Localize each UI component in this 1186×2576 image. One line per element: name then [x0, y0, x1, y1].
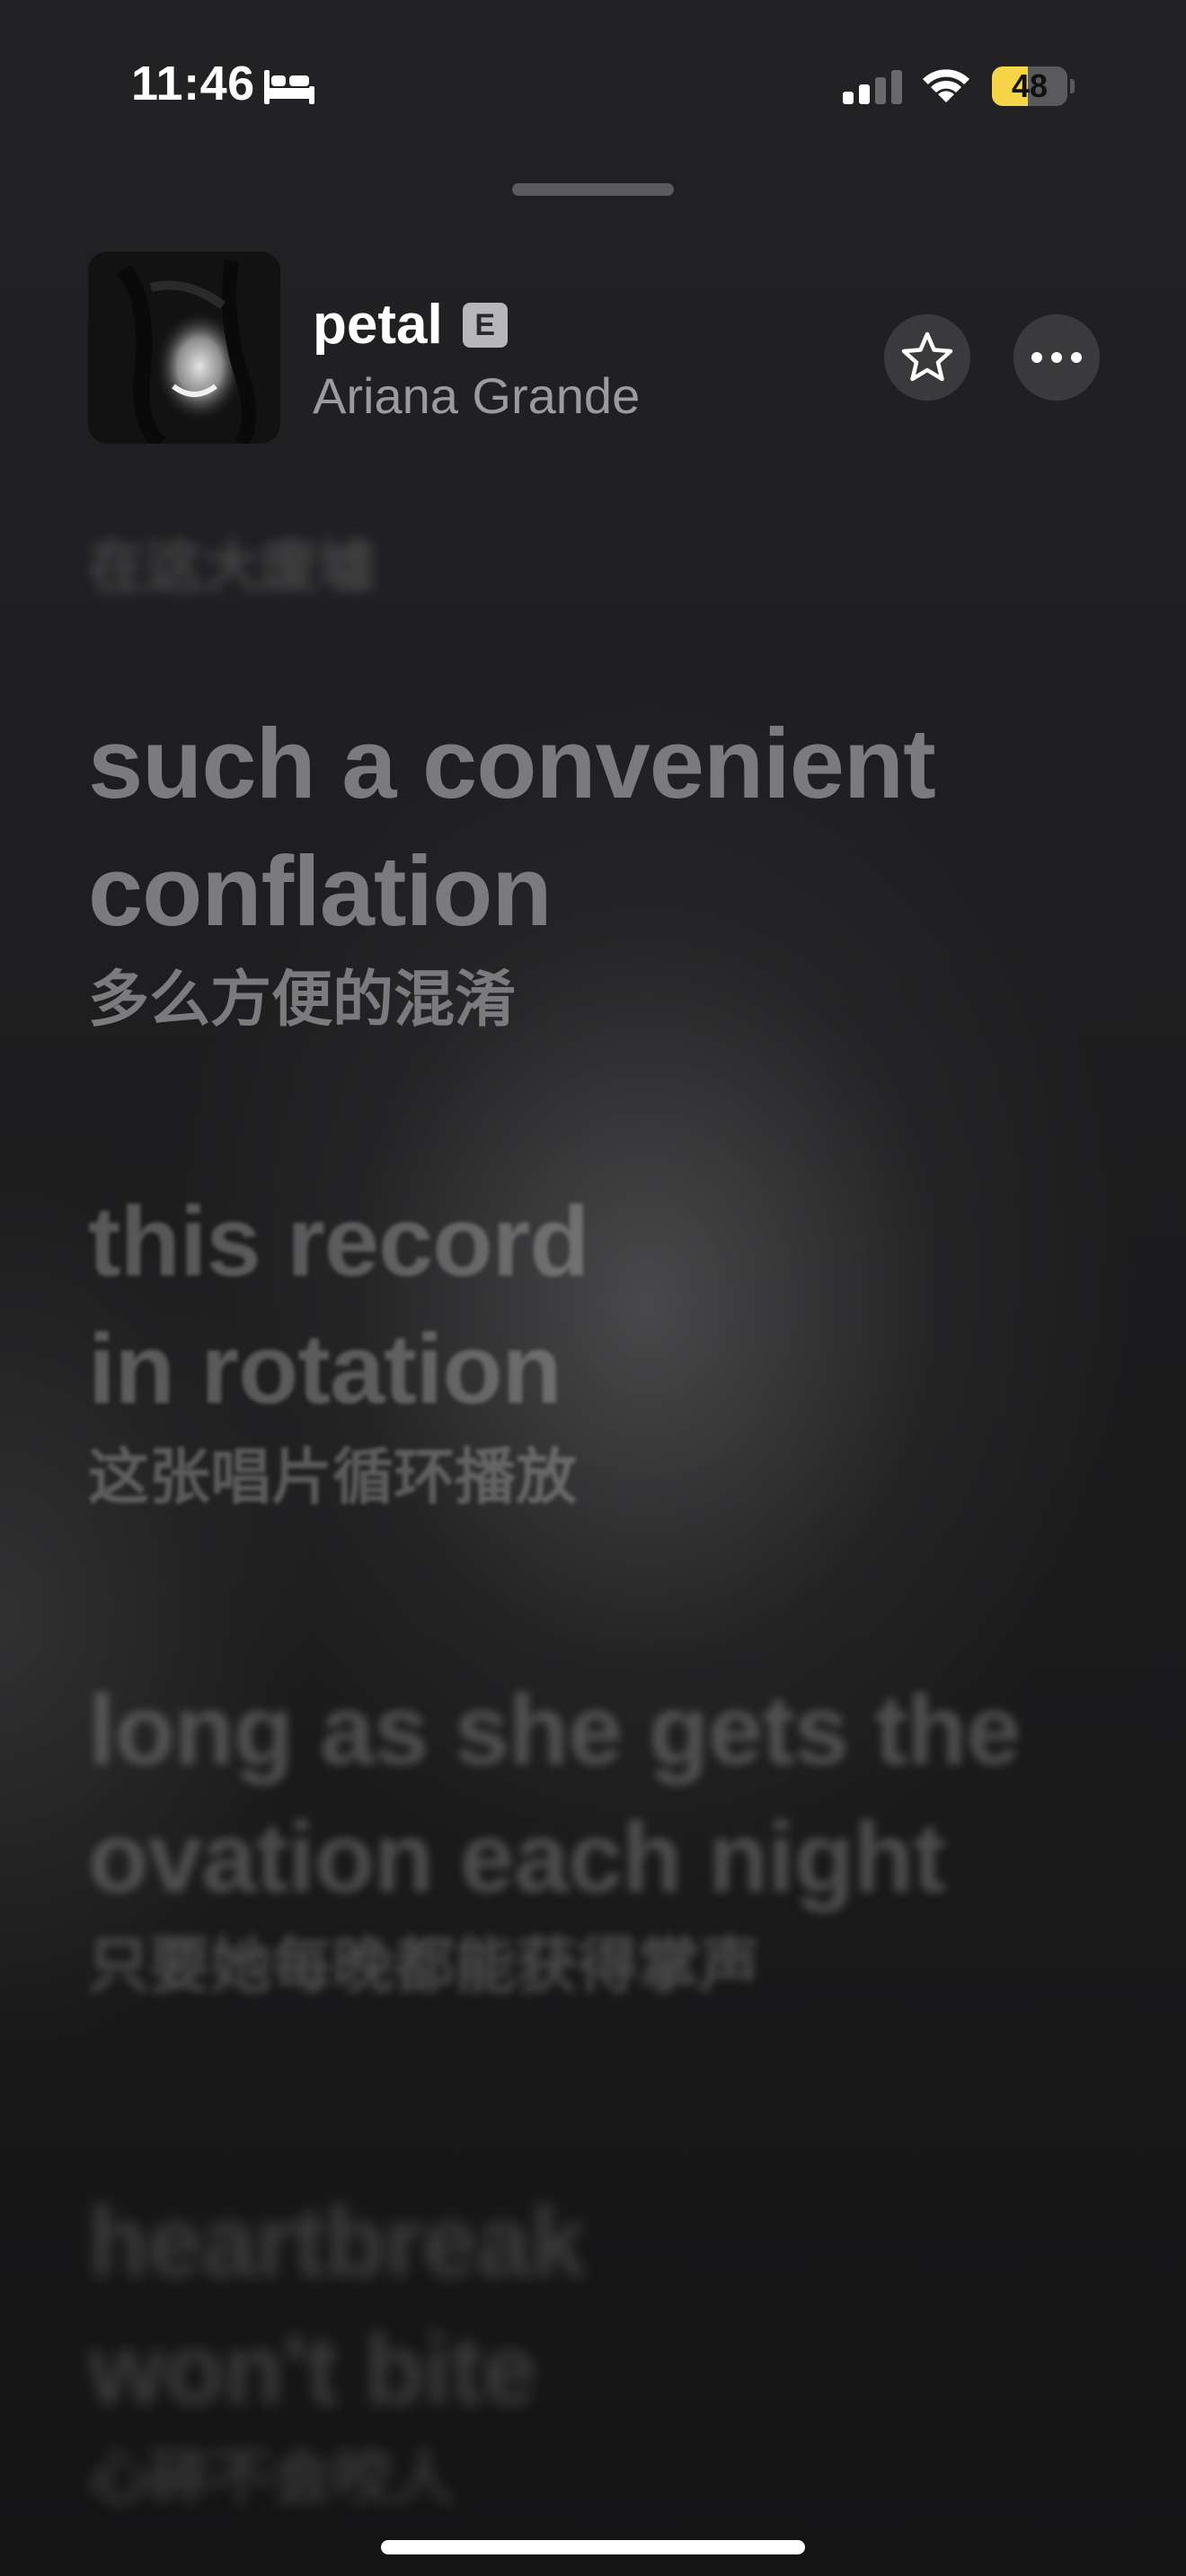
- cellular-signal-icon: [843, 70, 902, 104]
- lyric-line[interactable]: this record in rotation 这张唱片循环播放: [88, 1178, 1132, 1518]
- lyric-line-current[interactable]: such a convenient conflation 多么方便的混淆: [88, 701, 1132, 1040]
- lyric-text: this record: [88, 1187, 589, 1297]
- status-time: 11:46: [131, 57, 255, 110]
- lyric-translation: 多么方便的混淆: [88, 966, 517, 1034]
- battery-level: 48: [1011, 67, 1049, 104]
- lyric-text: such a convenient: [88, 709, 936, 819]
- explicit-badge: E: [462, 302, 508, 348]
- song-title[interactable]: petal: [313, 293, 443, 357]
- lyric-text: conflation: [88, 836, 553, 947]
- lyric-line[interactable]: long as she gets the ovation each night …: [88, 1667, 1132, 2007]
- more-icon: [1031, 352, 1082, 363]
- lyric-text: long as she gets the: [88, 1675, 1021, 1786]
- favorite-button[interactable]: [884, 314, 970, 401]
- previous-lyric-translation[interactable]: 在这大废墟: [88, 521, 376, 604]
- status-bar: 11:46 48: [0, 0, 1186, 171]
- lyric-translation: 只要她每晚都能获得掌声: [88, 1932, 761, 2000]
- lyrics-screen: 11:46 48 petal E Ariana Grande 在这大废墟 suc…: [0, 0, 1186, 2576]
- home-indicator[interactable]: [381, 2540, 805, 2554]
- sheet-grabber[interactable]: [512, 183, 674, 196]
- lyric-text: ovation each night: [88, 1803, 946, 1913]
- lyric-translation: 这张唱片循环播放: [88, 1443, 578, 1512]
- lyric-text: heartbreak: [88, 2187, 586, 2298]
- lyric-translation: 心碎不会咬人: [88, 2444, 456, 2512]
- artist-name[interactable]: Ariana Grande: [313, 366, 640, 425]
- lyric-text: in rotation: [88, 1314, 562, 1425]
- album-artwork[interactable]: [88, 251, 280, 444]
- now-playing-header: petal E Ariana Grande: [0, 251, 1186, 449]
- lyric-line[interactable]: heartbreak won't bite 心碎不会咬人: [88, 2179, 1132, 2519]
- bed-icon: [264, 70, 314, 104]
- star-icon: [901, 331, 953, 382]
- battery-icon: 48: [992, 66, 1075, 106]
- more-button[interactable]: [1013, 314, 1100, 401]
- wifi-icon: [923, 69, 969, 102]
- lyric-text: won't bite: [88, 2315, 537, 2425]
